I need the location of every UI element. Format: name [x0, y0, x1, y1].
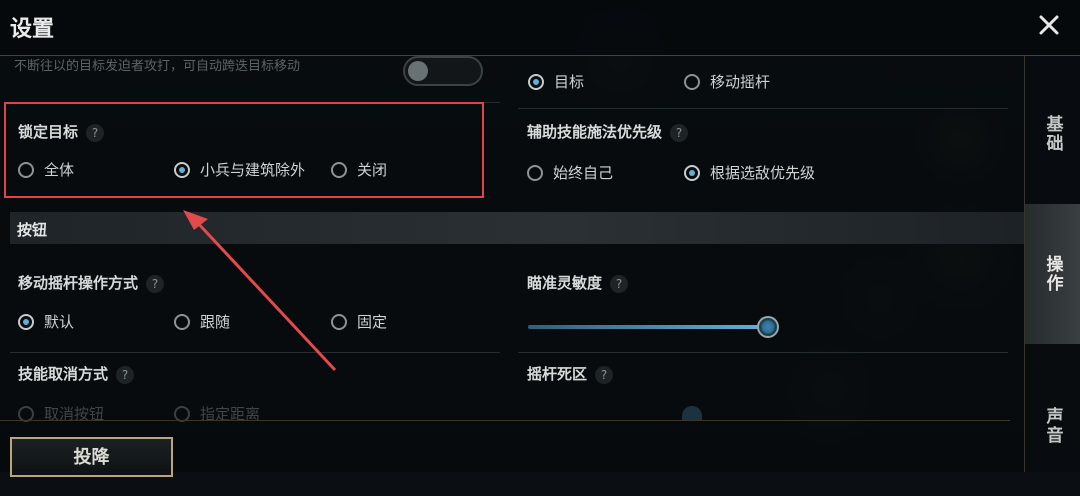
- section-header: 按钮: [10, 212, 1024, 244]
- tab-label: 声音: [1042, 407, 1063, 445]
- help-icon[interactable]: ?: [595, 365, 614, 384]
- tab-controls[interactable]: 操作: [1025, 204, 1080, 344]
- radio-indicator: [528, 73, 544, 90]
- tab-label: 基础: [1042, 115, 1063, 153]
- deadzone-slider-handle[interactable]: [682, 406, 702, 420]
- footer-divider: [0, 420, 1010, 421]
- radio-indicator: [174, 313, 190, 330]
- help-icon[interactable]: ?: [146, 274, 165, 293]
- surrender-button[interactable]: 投降: [10, 437, 173, 477]
- title-bar: 设置: [0, 0, 1080, 56]
- section-title: 按钮: [17, 221, 48, 239]
- close-icon[interactable]: [1036, 12, 1062, 38]
- skill-cancel-label-text: 技能取消方式: [18, 365, 109, 383]
- radio-move-joystick[interactable]: 移动摇杆: [684, 71, 770, 92]
- assist-skill-label: 辅助技能施法优先级?: [527, 121, 689, 142]
- joystick-deadzone-label: 摇杆死区?: [527, 363, 614, 384]
- divider: [10, 352, 500, 353]
- radio-joystick-default[interactable]: 默认: [18, 311, 74, 332]
- aim-sensitivity-slider-track[interactable]: [528, 325, 768, 329]
- tab-label: 操作: [1042, 255, 1063, 293]
- help-icon[interactable]: ?: [116, 365, 135, 384]
- divider: [518, 352, 1008, 353]
- radio-by-priority[interactable]: 根据选敌优先级: [684, 162, 815, 183]
- side-tab-bar: 基础 操作 声音: [1024, 56, 1080, 472]
- radio-joystick-follow[interactable]: 跟随: [174, 311, 230, 332]
- radio-always-self[interactable]: 始终自己: [527, 162, 613, 183]
- joystick-deadzone-label-text: 摇杆死区: [527, 365, 588, 383]
- divider: [518, 108, 1008, 109]
- radio-indicator: [331, 313, 347, 330]
- radio-indicator: [18, 313, 34, 330]
- radio-label: 始终自己: [553, 164, 614, 182]
- radio-label: 默认: [44, 313, 75, 331]
- radio-label: 根据选敌优先级: [710, 164, 816, 182]
- radio-label: 固定: [357, 313, 388, 331]
- joystick-mode-label-text: 移动摇杆操作方式: [18, 274, 139, 292]
- assist-skill-label-text: 辅助技能施法优先级: [527, 123, 663, 141]
- skill-cancel-label: 技能取消方式?: [18, 363, 135, 384]
- radio-indicator: [527, 164, 543, 181]
- radio-indicator: [684, 73, 700, 90]
- radio-label: 跟随: [200, 313, 231, 331]
- aim-sensitivity-label: 瞄准灵敏度?: [527, 272, 629, 293]
- toggle-knob: [408, 61, 428, 81]
- radio-indicator: [684, 164, 700, 181]
- aim-sensitivity-label-text: 瞄准灵敏度: [527, 274, 603, 292]
- faded-description: 不断往以的目标发迫者攻打，可自动跨迭目标移动: [14, 59, 301, 74]
- radio-label: 目标: [554, 73, 585, 91]
- red-highlight-box: [4, 102, 484, 198]
- help-icon[interactable]: ?: [610, 274, 629, 293]
- radio-joystick-fixed[interactable]: 固定: [331, 311, 387, 332]
- tab-sound[interactable]: 声音: [1025, 356, 1080, 496]
- radio-target[interactable]: 目标: [528, 71, 584, 92]
- page-title: 设置: [10, 17, 55, 42]
- aim-sensitivity-slider-handle[interactable]: [757, 316, 779, 338]
- radio-label: 移动摇杆: [710, 73, 771, 91]
- joystick-mode-label: 移动摇杆操作方式?: [18, 272, 165, 293]
- tab-basic[interactable]: 基础: [1025, 64, 1080, 204]
- help-icon[interactable]: ?: [670, 123, 689, 142]
- setting-toggle[interactable]: [403, 56, 483, 86]
